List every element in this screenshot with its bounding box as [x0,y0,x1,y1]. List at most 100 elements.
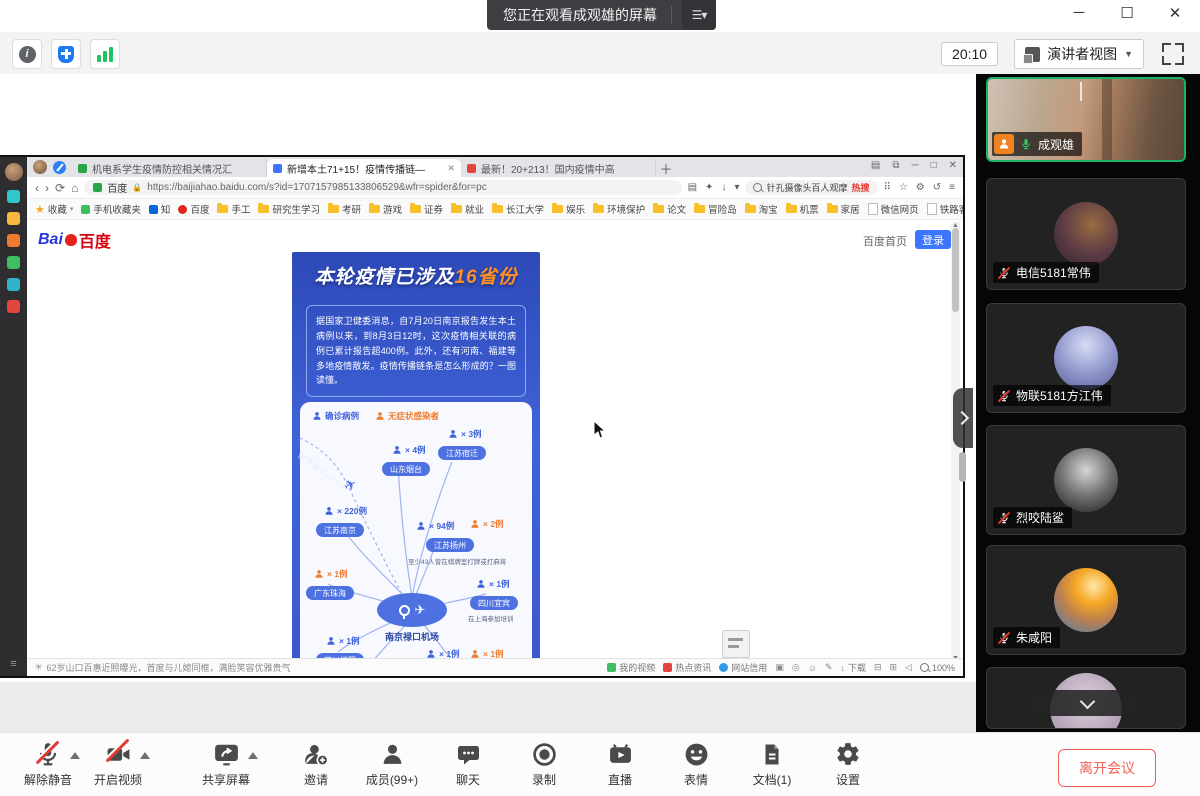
bookmark-folder[interactable]: 机票 [786,202,819,216]
browser-tab-3[interactable]: 最新！20+213！国内疫情中高 [461,159,656,177]
invite-button[interactable]: 邀请 [278,740,354,788]
browser-minimize-icon[interactable]: ─ [911,160,918,171]
browser-maximize-icon[interactable]: □ [931,160,937,171]
refresh-icon[interactable]: ⟳ [55,182,65,194]
bookmark-folder[interactable]: 就业 [451,202,484,216]
collapse-tile-button[interactable] [1080,84,1082,102]
chat-button[interactable]: 聊天 [430,740,506,788]
scroll-more-participants-button[interactable] [1032,690,1142,716]
share-screen-button[interactable]: 共享屏幕 [188,740,264,788]
dock-app-red-icon[interactable] [7,300,20,313]
login-button[interactable]: 登录 [915,230,951,249]
bookmark-item[interactable]: 手机收藏夹 [81,202,141,216]
zoom-control[interactable]: 100% [920,663,955,673]
bookmark-folder[interactable]: 考研 [328,202,361,216]
window-split-icon[interactable]: ⊞ [890,662,898,673]
live-stream-button[interactable]: 直播 [582,740,658,788]
page-floating-widget[interactable] [722,630,750,658]
bookmark-item[interactable]: 铁路客户 [927,202,963,216]
statusbar-headline[interactable]: 62岁山口百惠近照曝光，首度与儿媳同框，满脸笑容优雅贵气 [47,661,291,674]
participant-tile[interactable]: 电信5181常伟 [986,178,1186,290]
back-icon[interactable]: ‹ [35,182,39,194]
reader-icon[interactable]: ▤ [688,182,697,193]
menu-lines-icon[interactable]: ≡ [949,182,955,193]
address-bar[interactable]: 百度 🔒 https://baijiahao.baidu.com/s?id=17… [84,180,681,195]
browser-compass-icon[interactable] [53,161,66,174]
browser-profile-avatar[interactable] [33,160,47,174]
bookmark-item[interactable]: 百度 [178,202,209,216]
bookmark-folder[interactable]: 论文 [653,202,686,216]
my-videos-shortcut[interactable]: 我的视频 [607,661,655,674]
scroll-down-icon[interactable]: ▼ [951,655,960,658]
banner-menu-icon[interactable]: ☰▾ [682,0,716,30]
bookmark-item[interactable]: 微信网页 [868,202,919,216]
dock-avatar[interactable] [5,163,23,181]
security-button[interactable] [51,39,81,69]
edit-icon[interactable]: ✎ [825,662,833,673]
emoji-small-icon[interactable]: ☺ [808,663,817,673]
record-button[interactable]: 录制 [506,740,582,788]
browser-restore-icon[interactable]: ⧉ [892,160,899,171]
bookmark-folder[interactable]: 家居 [827,202,860,216]
video-options-caret[interactable] [140,752,150,759]
apps-grid-icon[interactable]: ⠿ [884,182,891,193]
mic-options-caret[interactable] [70,752,80,759]
mute-tab-icon[interactable]: ◁ [905,662,912,673]
settings-button[interactable]: 设置 [810,740,886,788]
favorite-star-icon[interactable]: ☆ [899,182,908,193]
bookmark-folder[interactable]: 证券 [410,202,443,216]
bookmark-favorites[interactable]: ★收藏▾ [35,202,73,216]
hot-search-box[interactable]: 针孔摄像头百人观摩 热搜 [745,180,877,195]
members-button[interactable]: 成员(99+) [354,740,430,788]
docs-button[interactable]: 文档(1) [734,740,810,788]
download-arrow-icon[interactable]: ↓ [721,182,726,193]
home-icon[interactable]: ⌂ [71,182,78,194]
dock-app-green-icon[interactable] [7,256,20,269]
leave-meeting-button[interactable]: 离开会议 [1058,749,1156,787]
baidu-logo[interactable]: Bai 百度 [38,228,111,252]
browser-tab-1[interactable]: 机电系学生疫情防控相关情况汇 [72,159,267,177]
capture-icon[interactable]: ◎ [792,662,800,673]
dock-app-teal-icon[interactable] [7,190,20,203]
bookmark-folder[interactable]: 游戏 [369,202,402,216]
print-icon[interactable]: ⊟ [874,662,882,673]
dock-app-cloud-icon[interactable] [7,278,20,291]
shield-small-icon[interactable]: ▣ [775,662,784,673]
bookmark-folder[interactable]: 研究生学习 [258,202,320,216]
view-mode-select[interactable]: 演讲者视图 ▼ [1014,39,1144,69]
dock-app-star-icon[interactable] [7,212,20,225]
bookmark-item[interactable]: 知 [149,202,171,216]
bookmark-folder[interactable]: 手工 [217,202,250,216]
participant-tile[interactable]: 烈咬陆鲨 [986,425,1186,535]
dock-menu-icon[interactable]: ≡ [10,658,16,670]
settings-small-icon[interactable]: ⚙ [916,182,925,193]
fullscreen-button[interactable] [1160,41,1186,67]
minimize-icon[interactable]: ─ [1068,4,1090,22]
meeting-info-button[interactable]: i [12,39,42,69]
bookmark-folder[interactable]: 冒险岛 [694,202,737,216]
dock-app-orange-icon[interactable] [7,234,20,247]
baidu-home-link[interactable]: 百度首页 [863,233,907,249]
download-shortcut[interactable]: ↓下载 [840,661,866,674]
participant-tile-partial[interactable] [986,667,1186,729]
chevron-icon[interactable]: ▾ [734,182,739,193]
start-video-button[interactable]: 开启视频 [80,740,156,788]
new-tab-button[interactable]: ＋ [656,159,676,177]
history-icon[interactable]: ↺ [933,182,941,193]
unmute-button[interactable]: 解除静音 [10,740,86,788]
browser-tab-2-active[interactable]: 新增本土71+15！疫情传播链— ✕ [267,159,461,177]
emoji-button[interactable]: 表情 [658,740,734,788]
side-panel-expander[interactable] [953,388,973,448]
scrollbar-thumb[interactable] [952,228,959,312]
forward-icon[interactable]: › [45,182,49,194]
participant-tile-sharer[interactable]: 成观雄 [986,77,1186,162]
browser-close-icon[interactable]: ✕ [949,160,957,171]
bookmark-folder[interactable]: 环境保护 [593,202,645,216]
share-options-caret[interactable] [248,752,258,759]
edge-scrollbar-thumb[interactable] [959,452,966,482]
bookmark-folder[interactable]: 长江大学 [492,202,544,216]
participant-tile[interactable]: 朱咸阳 [986,545,1186,655]
flash-icon[interactable]: ✦ [705,182,713,193]
bookmark-folder[interactable]: 娱乐 [552,202,585,216]
participant-tile[interactable]: 物联5181方江伟 [986,303,1186,413]
